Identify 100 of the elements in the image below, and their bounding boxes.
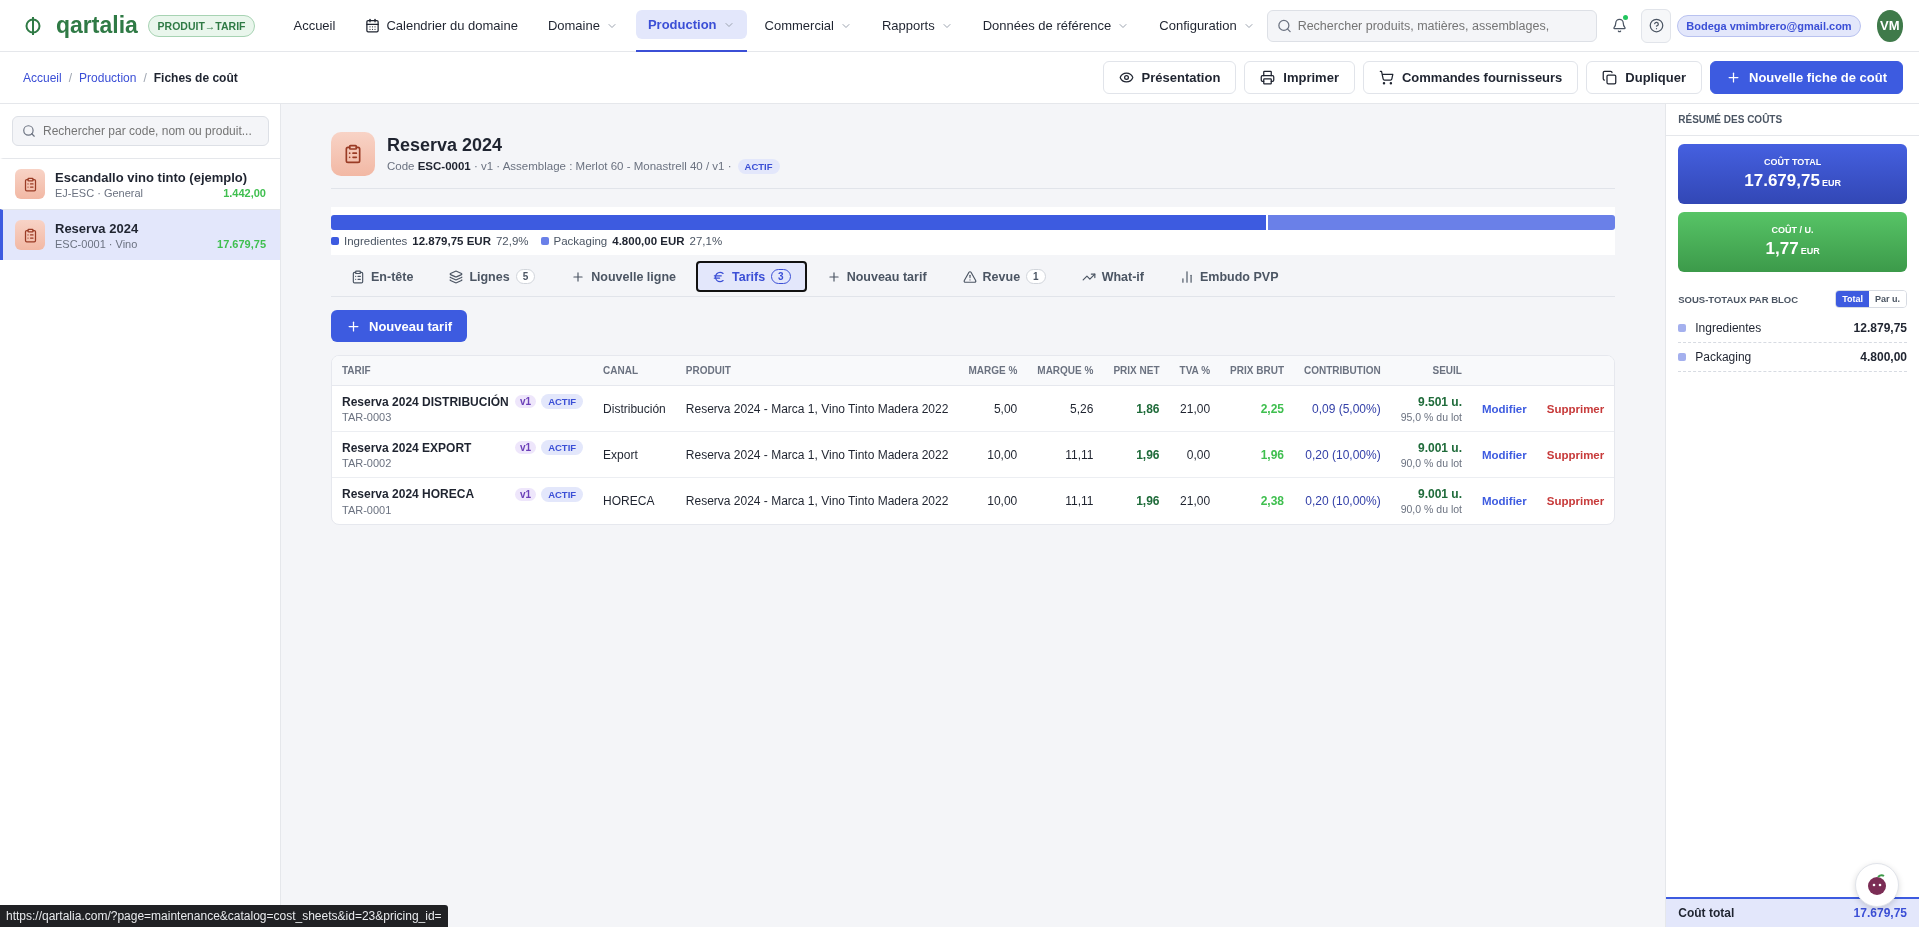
bar-chart-icon [1180, 269, 1194, 284]
threshold-note: 90,0 % du lot [1400, 503, 1462, 515]
version-badge: v1 [515, 395, 537, 408]
legend-label: Ingredientes [344, 235, 408, 247]
column-header: PRIX BRUT [1220, 356, 1294, 386]
sheet-amount: 17.679,75 [217, 237, 266, 250]
account-chip[interactable]: Bodega vmimbrero@gmail.com [1677, 14, 1861, 37]
tab[interactable]: Lignes 5 [433, 261, 552, 292]
card-label: COÛT TOTAL [1764, 157, 1822, 167]
tab[interactable]: En-tête [335, 261, 430, 292]
legend-percent: 72,9% [495, 235, 529, 247]
tab[interactable]: What-if [1065, 261, 1160, 292]
threshold-note: 95,0 % du lot [1400, 410, 1462, 423]
table-cell-text: 2,38 [1259, 493, 1285, 510]
table-cell: 0,09 (5,00%) [1294, 386, 1391, 432]
threshold-note: 90,0 % du lot [1400, 456, 1462, 469]
sidebar-item[interactable]: Reserva 2024 ESC-0001 · Vino 17.679,75 [0, 209, 280, 260]
clipboard-icon [351, 269, 365, 284]
bullet-icon [1678, 353, 1687, 361]
tariff-code: TAR-0002 [342, 457, 393, 469]
table-cell: 0,20 (10,00%) [1294, 432, 1391, 478]
column-header: PRODUIT [675, 356, 959, 386]
edit-link[interactable]: Modifier [1482, 495, 1527, 507]
layers-icon [449, 269, 464, 284]
table-cell: Reserva 2024 - Marca 1, Vino Tinto Madera 2022 [675, 432, 959, 478]
new-tariff-button[interactable]: Nouveau tarif [331, 310, 468, 342]
bullet-icon [1678, 324, 1687, 332]
table-cell: 5,26 [1027, 386, 1104, 432]
nav-item[interactable]: Commercial [752, 0, 864, 52]
nav-item[interactable]: Calendrier du domaine [353, 0, 530, 52]
plus-icon [346, 318, 361, 334]
table-cell: 1,96 [1103, 432, 1170, 478]
breadcrumb-link[interactable]: Production [79, 70, 137, 85]
tariff-code: TAR-0001 [342, 503, 393, 516]
footer-label: Coût total [1678, 906, 1735, 920]
mode-badge: PRODUIT→TARIF [147, 14, 256, 37]
panel-title: RÉSUMÉ DES COÛTS [1666, 104, 1919, 136]
table-cell-text: HORECA [602, 493, 656, 510]
plus-icon [1726, 70, 1741, 85]
sidebar-search-field[interactable]: Rechercher par code, nom ou produit... [12, 116, 269, 146]
threshold-value: 9.501 u. [1416, 394, 1462, 409]
nav-item[interactable]: Rapports [869, 0, 965, 52]
euro-icon [712, 269, 726, 284]
clipboard-icon [15, 169, 45, 199]
warning-icon [962, 269, 977, 284]
table-cell-text: 1,96 [1135, 493, 1161, 510]
eye-icon [1118, 70, 1134, 85]
nav-item[interactable]: Accueil [281, 0, 348, 52]
count-badge: 1 [1026, 269, 1046, 284]
nav-item[interactable]: Domaine [535, 0, 630, 52]
tab[interactable]: Embudo PVP [1164, 261, 1295, 292]
breadcrumb-link[interactable]: Fiches de coût [153, 70, 238, 85]
column-header: CANAL [593, 356, 676, 386]
column-header: TARIF [332, 356, 594, 386]
plus-icon [826, 269, 841, 284]
column-header: MARGE % [958, 356, 1028, 386]
table-cell-text: 21,00 [1179, 493, 1212, 510]
card-value: 1,77 EUR [1765, 239, 1820, 259]
edit-link[interactable]: Modifier [1482, 402, 1527, 415]
status-badge: ACTIF [737, 158, 780, 174]
sheet-subtitle: ESC-0001 · Vino [55, 237, 139, 250]
action-button[interactable]: Nouvelle fiche de coût [1710, 61, 1903, 94]
action-button[interactable]: Dupliquer [1586, 61, 1702, 94]
column-header: PRIX NET [1103, 356, 1170, 386]
delete-link[interactable]: Supprimer [1546, 448, 1605, 461]
chat-button[interactable] [1855, 863, 1899, 907]
action-button[interactable]: Commandes fournisseurs [1362, 61, 1579, 94]
user-avatar[interactable]: VM [1876, 9, 1903, 42]
toggle-option[interactable]: Total [1836, 291, 1869, 307]
footer-value: 17.679,75 [1853, 906, 1907, 920]
help-icon [1648, 18, 1664, 33]
legend-amount: 4.800,00 EUR [612, 235, 685, 247]
nav-item[interactable]: Données de référence [970, 0, 1142, 52]
nav-item[interactable]: Configuration [1147, 0, 1267, 52]
link-url-tooltip: https://qartalia.com/?page=maintenance&catalog=cost_sheets&id=23&pricing_id= [0, 905, 448, 927]
card-label: COÛT / U. [1771, 225, 1814, 235]
column-header: TVA % [1169, 356, 1221, 386]
sheet-title: Escandallo vino tinto (ejemplo) [55, 169, 249, 185]
app-logo: qartalia [56, 12, 138, 39]
tab[interactable]: Tarifs 3 [696, 261, 807, 292]
action-button[interactable]: Imprimer [1244, 61, 1355, 94]
table-cell: Reserva 2024 - Marca 1, Vino Tinto Madera 2022 [675, 386, 959, 432]
count-badge: 5 [515, 269, 536, 284]
delete-link[interactable]: Supprimer [1546, 402, 1605, 415]
edit-link[interactable]: Modifier [1482, 448, 1527, 461]
table-cell-text: 10,00 [986, 493, 1019, 510]
breadcrumb-separator: / [68, 70, 73, 85]
tariff-name: Reserva 2024 EXPORT [342, 440, 473, 455]
action-button[interactable]: Présentation [1102, 61, 1237, 94]
delete-link[interactable]: Supprimer [1546, 495, 1605, 507]
tab[interactable]: Nouvelle ligne [555, 261, 692, 292]
sheet-meta: Code ESC-0001 · v1 · Assemblage : Merlot 60 - Monastrell 40 / v1 · [387, 160, 732, 172]
table-cell: 1,96 [1220, 432, 1294, 478]
help-button[interactable] [1640, 8, 1672, 43]
breadcrumb-link[interactable]: Accueil [23, 70, 62, 85]
tab[interactable]: Nouveau tarif [810, 261, 943, 292]
tab[interactable]: Revue 1 [946, 261, 1062, 292]
threshold-value: 9.001 u. [1416, 487, 1462, 501]
sheet-subtitle: EJ-ESC · General [55, 186, 145, 199]
search-field[interactable]: Rechercher produits, matières, assemblages, [1266, 9, 1597, 42]
